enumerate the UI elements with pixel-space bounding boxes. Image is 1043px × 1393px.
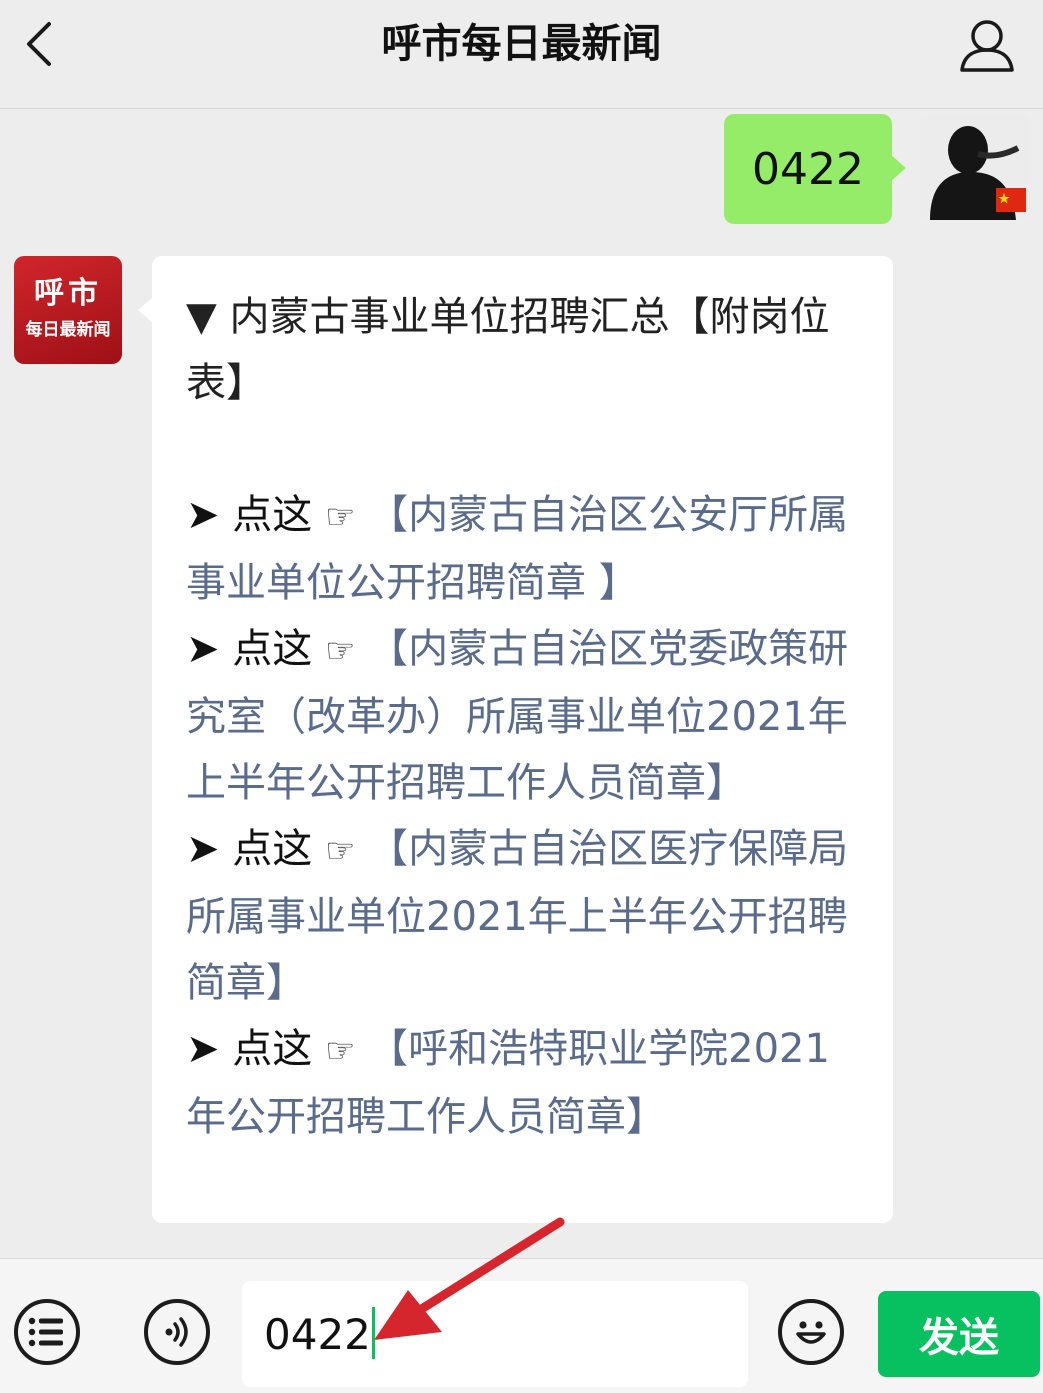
user-icon[interactable] <box>956 16 1018 74</box>
emoji-icon[interactable] <box>778 1299 844 1365</box>
item-prefix: 点这 <box>232 826 313 872</box>
message-content: ▼ 内蒙古事业单位招聘汇总【附岗位表】 ➤ 点这 ☞ 【内蒙古自治区公安厅所属事… <box>186 284 866 1150</box>
send-button[interactable]: 发送 <box>878 1291 1040 1377</box>
official-account-avatar[interactable]: 呼市 每日最新闻 <box>14 256 122 364</box>
arrow-icon: ➤ <box>186 626 220 672</box>
message-heading: ▼ 内蒙古事业单位招聘汇总【附岗位表】 <box>186 294 830 406</box>
annotation-arrow-icon <box>374 1217 565 1340</box>
pointing-hand-icon: ☞ <box>324 831 356 871</box>
list-item: ➤ 点这 ☞ 【呼和浩特职业学院2021年公开招聘工作人员简章】 <box>186 1016 866 1150</box>
chat-title: 呼市每日最新闻 <box>381 21 662 67</box>
outgoing-message-text: 0422 <box>752 143 864 195</box>
item-prefix: 点这 <box>232 626 313 672</box>
arrow-icon: ➤ <box>186 1026 220 1072</box>
avatar-text-line1: 呼市 <box>34 276 102 311</box>
list-item: ➤ 点这 ☞ 【内蒙古自治区医疗保障局所属事业单位2021年上半年公开招聘简章】 <box>186 816 866 1016</box>
pointing-hand-icon: ☞ <box>324 631 356 671</box>
top-bar: 呼市每日最新闻 <box>0 0 1043 109</box>
outgoing-message-bubble[interactable]: 0422 <box>724 114 906 224</box>
message-input-value: 0422 <box>264 1310 371 1359</box>
menu-list-icon[interactable] <box>14 1299 80 1365</box>
voice-icon[interactable] <box>144 1299 210 1365</box>
item-prefix: 点这 <box>232 492 313 538</box>
list-item: ➤ 点这 ☞ 【内蒙古自治区党委政策研究室（改革办）所属事业单位2021年上半年… <box>186 616 866 816</box>
arrow-icon: ➤ <box>186 826 220 872</box>
avatar-text-line2: 每日最新闻 <box>25 320 111 340</box>
list-item: ➤ 点这 ☞ 【内蒙古自治区公安厅所属事业单位公开招聘简章 】 <box>186 482 866 616</box>
incoming-message-bubble: ▼ 内蒙古事业单位招聘汇总【附岗位表】 ➤ 点这 ☞ 【内蒙古自治区公安厅所属事… <box>138 256 893 1223</box>
item-prefix: 点这 <box>232 1026 313 1072</box>
pointing-hand-icon: ☞ <box>324 497 356 537</box>
arrow-icon: ➤ <box>186 492 220 538</box>
my-avatar[interactable] <box>920 114 1030 220</box>
pointing-hand-icon: ☞ <box>324 1031 356 1071</box>
